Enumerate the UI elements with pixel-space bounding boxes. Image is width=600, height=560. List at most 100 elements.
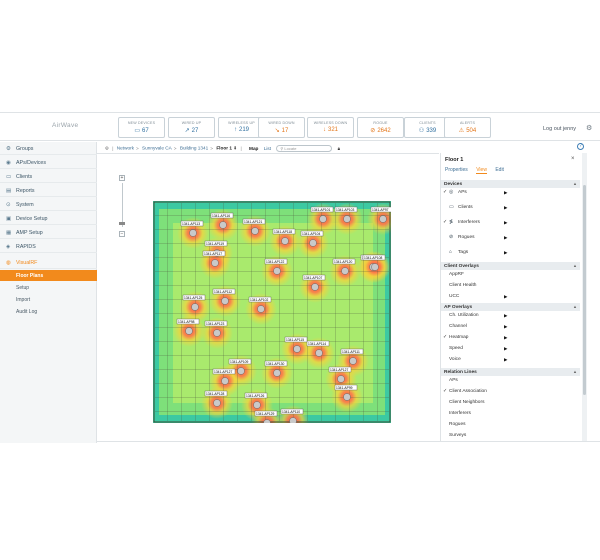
ap-icon[interactable] <box>221 297 229 305</box>
ap-icon[interactable] <box>371 263 379 271</box>
row-voice[interactable]: Voice ▶ <box>441 357 580 367</box>
row-rogues[interactable]: ⊘ Rogues ▶ <box>441 235 580 245</box>
ap-icon[interactable] <box>319 215 327 223</box>
stat-wired-down[interactable]: WIRED DOWN ↘ 17 <box>258 117 305 138</box>
row-rel-interferers[interactable]: Interferers <box>441 411 580 421</box>
sidebar-item-groups[interactable]: ⚙ Groups <box>0 142 97 155</box>
ap-icon[interactable] <box>251 227 259 235</box>
ap-icon[interactable] <box>213 329 221 337</box>
ap-icon[interactable] <box>293 345 301 353</box>
tag-icon: ⌂ <box>449 250 452 255</box>
row-heatmap[interactable]: ✓ Heatmap ▶ <box>441 335 580 345</box>
logout-link[interactable]: Log out jenny <box>543 126 576 132</box>
sidebar-subitem-import[interactable]: Import <box>0 294 97 305</box>
tab-list[interactable]: List <box>264 146 271 151</box>
ap-icon[interactable] <box>273 267 281 275</box>
ap-icon[interactable] <box>309 239 317 247</box>
ap-icon[interactable] <box>213 399 221 407</box>
gear-icon[interactable]: ⚙ <box>586 124 592 132</box>
ap-icon[interactable] <box>221 377 229 385</box>
ap-icon[interactable] <box>191 303 199 311</box>
sidebar-item-amp-setup[interactable]: ▦ AMP Setup <box>0 226 97 239</box>
heatmap-floor-plan[interactable]: 1341-AP116 1341-AP121 1341-AP101 1341-AP103… <box>153 201 391 423</box>
stat-alerts[interactable]: ALERTS ⚠ 504 <box>444 117 491 138</box>
section-relation-lines[interactable]: Relation Lines ▲ <box>441 368 580 376</box>
row-rel-rogues[interactable]: Rogues <box>441 422 580 432</box>
sidebar-item-reports[interactable]: ▤ Reports <box>0 184 97 197</box>
arrow-right-icon: ▶ <box>504 190 508 195</box>
sidebar-item-visualrf[interactable]: ◍ VisualRF <box>0 256 97 269</box>
ap-icon[interactable] <box>337 375 345 383</box>
stat-new-devices[interactable]: NEW DEVICES ▭ 67 <box>118 117 165 138</box>
sidebar-subitem-audit-log[interactable]: Audit Log <box>0 306 97 317</box>
row-client-health[interactable]: Client Health <box>441 283 580 293</box>
sidebar-item-rapids[interactable]: ◈ RAPIDS <box>0 240 97 253</box>
section-devices[interactable]: Devices ▲ <box>441 180 580 188</box>
row-interferers[interactable]: ✓ ≸ Interferers ▶ <box>441 220 580 230</box>
breadcrumb-sunnyvale[interactable]: Sunnyvale CA <box>142 146 172 151</box>
ap-icon[interactable] <box>189 229 197 237</box>
ap-icon[interactable] <box>211 259 219 267</box>
user-icon: ⚇ <box>418 128 425 134</box>
breadcrumb-building[interactable]: Building 1341 <box>180 146 208 151</box>
sidebar-item-clients[interactable]: ▭ Clients <box>0 170 97 183</box>
floor-map-area[interactable]: + − 1341-AP116 1341-AP121 1341-AP101 134… <box>97 155 439 436</box>
tab-properties[interactable]: Properties <box>445 167 468 173</box>
ap-icon[interactable] <box>311 283 319 291</box>
row-apprf[interactable]: AppRF <box>441 272 580 282</box>
row-client-association[interactable]: ✓ Client Association <box>441 389 580 399</box>
zoom-track[interactable] <box>121 183 123 227</box>
tab-view[interactable]: View <box>476 167 487 174</box>
arrow-up-icon: ↑ <box>233 127 237 133</box>
help-icon[interactable]: ? <box>577 143 584 150</box>
zoom-control[interactable]: + − <box>119 175 125 237</box>
row-ch-utilization[interactable]: Ch. Utilization ▶ <box>441 313 580 323</box>
stat-wired-up[interactable]: WIRED UP ↗ 27 <box>168 117 215 138</box>
row-channel[interactable]: Channel ▶ <box>441 324 580 334</box>
ap-icon[interactable] <box>341 267 349 275</box>
ap-icon[interactable] <box>237 367 245 375</box>
ap-icon[interactable] <box>219 221 227 229</box>
ap-label: 1341-AP130 <box>266 362 284 366</box>
ap-icon[interactable] <box>289 417 297 424</box>
ap-label: 1341-AP122 <box>266 260 284 264</box>
row-aps[interactable]: ✓ ◎ APs ▶ <box>441 190 580 200</box>
row-surveys[interactable]: Surveys <box>441 433 580 443</box>
zoom-in-button[interactable]: + <box>119 175 125 181</box>
section-client-overlays[interactable]: Client Overlays ▲ <box>441 262 580 270</box>
ap-icon[interactable] <box>253 401 261 409</box>
row-tags[interactable]: ⌂ Tags ▶ <box>441 250 580 260</box>
row-speed[interactable]: Speed ▶ <box>441 346 580 356</box>
panel-scrollbar[interactable] <box>582 153 587 441</box>
tab-map[interactable]: Map <box>249 146 258 151</box>
ap-icon[interactable] <box>185 327 193 335</box>
row-rel-aps[interactable]: APs <box>441 378 580 388</box>
pin-icon[interactable]: ⬇ <box>233 146 237 151</box>
stat-wireless-down[interactable]: WIRELESS DOWN ↓ 321 <box>307 117 354 138</box>
breadcrumb-network[interactable]: Network <box>117 146 134 151</box>
zoom-thumb[interactable] <box>119 222 125 225</box>
sidebar-item-aps-devices[interactable]: ◉ APs/Devices <box>0 156 97 169</box>
locate-input[interactable]: ⚲ Locate <box>276 145 333 152</box>
ap-icon[interactable] <box>343 215 351 223</box>
row-clients[interactable]: ▭ Clients ▶ <box>441 205 580 215</box>
close-icon[interactable]: × <box>571 156 575 162</box>
stat-rogue[interactable]: ROGUE ⊘ 2642 <box>357 117 404 138</box>
ap-icon[interactable] <box>281 237 289 245</box>
ap-icon[interactable] <box>343 393 351 401</box>
scrollbar-thumb[interactable] <box>583 185 586 395</box>
row-client-neighbors[interactable]: Client Neighbors <box>441 400 580 410</box>
ap-icon[interactable] <box>273 369 281 377</box>
zoom-out-button[interactable]: − <box>119 231 125 237</box>
section-ap-overlays[interactable]: AP Overlays ▲ <box>441 303 580 311</box>
lock-icon[interactable]: 🔒︎ <box>338 146 341 151</box>
sidebar-subitem-floor-plans[interactable]: Floor Plans <box>0 270 97 281</box>
sidebar-subitem-setup[interactable]: Setup <box>0 282 97 293</box>
tab-edit[interactable]: Edit <box>495 167 504 173</box>
sidebar-item-system[interactable]: ⊙ System <box>0 198 97 211</box>
ap-icon[interactable] <box>315 349 323 357</box>
ap-icon[interactable] <box>349 357 357 365</box>
ap-icon[interactable] <box>379 215 387 223</box>
ap-icon[interactable] <box>257 305 265 313</box>
sidebar-item-device-setup[interactable]: ▣ Device Setup <box>0 212 97 225</box>
